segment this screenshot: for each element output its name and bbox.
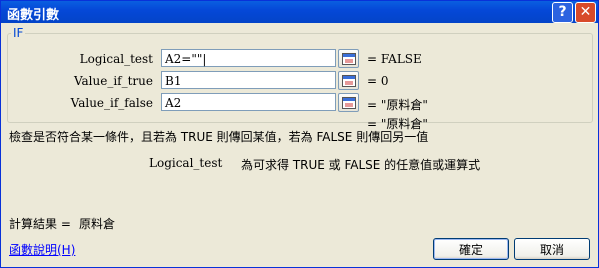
close-button[interactable]: ✕ xyxy=(575,2,596,23)
logical-test-label: Logical_test xyxy=(79,52,153,66)
calculation-result-value: 原料倉 xyxy=(79,217,116,231)
function-help-link[interactable]: 函數說明(H) xyxy=(9,241,75,258)
calculation-result-label: 計算結果 = xyxy=(9,217,71,231)
value-if-false-input[interactable]: A2 xyxy=(161,93,336,111)
ok-button[interactable]: 確定 xyxy=(433,238,509,260)
function-name: IF xyxy=(11,26,26,40)
collapse-dialog-button[interactable] xyxy=(338,93,359,112)
function-description: 檢查是否符合某一條件，且若為 TRUE 則傳回某值，若為 FALSE 則傳回另一… xyxy=(9,130,429,144)
logical-test-input[interactable]: A2=""| xyxy=(161,49,336,67)
argument-name: Logical_test xyxy=(149,156,223,170)
value-if-true-input[interactable]: B1 xyxy=(161,71,336,89)
value-if-false-label: Value_if_false xyxy=(70,96,153,110)
argument-description: 為可求得 TRUE 或 FALSE 的任意值或運算式 xyxy=(241,158,481,172)
value-if-true-result: = 0 xyxy=(367,74,389,88)
help-button[interactable]: ? xyxy=(552,2,573,23)
range-select-icon xyxy=(342,53,356,65)
range-select-icon xyxy=(342,97,356,109)
collapse-dialog-button[interactable] xyxy=(338,49,359,68)
value-if-true-label: Value_if_true xyxy=(73,74,153,88)
title-bar[interactable]: 函數引數 ? ✕ xyxy=(1,1,598,23)
range-select-icon xyxy=(342,75,356,87)
function-arguments-dialog: 函數引數 ? ✕ IF Logical_test A2=""| = FALSE … xyxy=(0,0,599,268)
collapse-dialog-button[interactable] xyxy=(338,71,359,90)
cancel-button[interactable]: 取消 xyxy=(514,238,590,260)
value-if-false-result: = "原料倉" xyxy=(367,98,428,112)
dialog-title: 函數引數 xyxy=(7,8,60,23)
logical-test-result: = FALSE xyxy=(367,52,422,66)
